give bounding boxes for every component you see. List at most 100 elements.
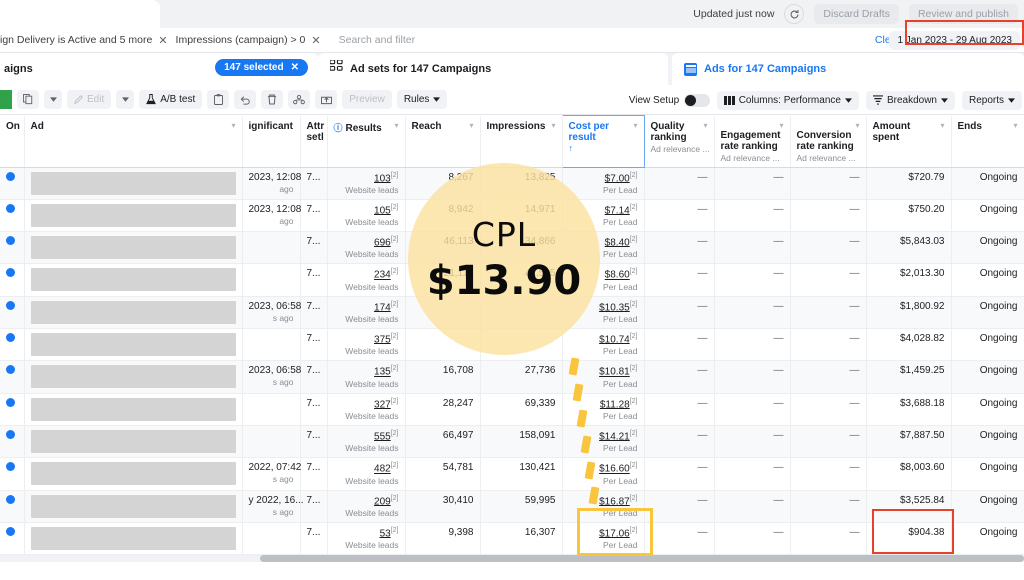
date-range-picker[interactable]: 1 Jan 2023 - 29 Aug 2023 <box>889 31 1020 50</box>
row-ad-name[interactable] <box>24 360 243 394</box>
row-status-toggle[interactable] <box>0 425 25 459</box>
table-row[interactable]: 2023, 12:08 ago 7... 105[2] Website leads 8,9… <box>0 199 1024 233</box>
row-cost-per-result[interactable]: $7.14[2] Per Lead <box>562 199 645 233</box>
col-ad[interactable]: ▾ Ad <box>24 115 243 168</box>
row-results[interactable]: 103[2] Website leads <box>327 167 406 200</box>
duplicate-icon[interactable] <box>17 90 39 109</box>
row-cost-per-result[interactable]: $14.21[2] Per Lead <box>562 425 645 459</box>
col-ends[interactable]: ▾ Ends <box>951 115 1024 168</box>
row-cost-per-result[interactable]: $8.40[2] Per Lead <box>562 231 645 265</box>
edit-dropdown[interactable] <box>116 90 135 109</box>
table-row[interactable]: 7... 327[2] Website leads 28,247 69,339 $11.2… <box>0 393 1024 427</box>
row-status-toggle[interactable] <box>0 167 25 200</box>
table-row[interactable]: y 2022, 16... s ago 7... 209[2] Website lead… <box>0 490 1024 524</box>
row-results[interactable]: 174[2] Website leads <box>327 296 406 330</box>
row-ad-name[interactable] <box>24 522 243 556</box>
undo-icon[interactable] <box>234 90 257 109</box>
row-status-toggle[interactable] <box>0 457 25 491</box>
row-results[interactable]: 375[2] Website leads <box>327 328 406 362</box>
view-setup-toggle[interactable]: View Setup <box>629 93 711 107</box>
row-results[interactable]: 482[2] Website leads <box>327 457 406 491</box>
selected-count-pill[interactable]: 147 selected ✕ <box>215 59 308 76</box>
reports-dropdown[interactable]: Reports <box>961 90 1022 110</box>
row-results[interactable]: 135[2] Website leads <box>327 360 406 394</box>
row-status-toggle[interactable] <box>0 296 25 330</box>
row-cost-per-result[interactable]: $8.60[2] Per Lead <box>562 263 645 297</box>
review-and-publish-button[interactable]: Review and publish <box>908 4 1018 24</box>
table-row[interactable]: 2023, 06:58 s ago 7... 174[2] Website leads $… <box>0 296 1024 330</box>
table-row[interactable]: 2023, 06:58 s ago 7... 135[2] Website leads 1… <box>0 360 1024 394</box>
row-ad-name[interactable] <box>24 296 243 330</box>
create-button[interactable] <box>0 90 12 109</box>
col-reach[interactable]: ▾ Reach <box>405 115 481 168</box>
col-attr-setting[interactable]: Attr setl <box>300 115 328 168</box>
row-results[interactable]: 696[2] Website leads <box>327 231 406 265</box>
col-on[interactable]: On <box>0 115 25 168</box>
toggle-switch[interactable] <box>684 93 711 107</box>
horizontal-scrollbar[interactable] <box>0 555 1024 562</box>
row-status-toggle[interactable] <box>0 199 25 233</box>
row-ad-name[interactable] <box>24 457 243 491</box>
col-engagement-ranking[interactable]: ▾ Engagement rate ranking Ad relevance ... <box>714 115 791 168</box>
row-cost-per-result[interactable]: $7.00[2] Per Lead <box>562 167 645 200</box>
tab-ads[interactable]: Ads for 147 Campaigns <box>672 53 1024 85</box>
trash-icon[interactable] <box>261 90 284 109</box>
close-icon[interactable]: ✕ <box>291 62 299 73</box>
row-ad-name[interactable] <box>24 263 243 297</box>
scrollbar-thumb[interactable] <box>260 555 1024 562</box>
breakdown-dropdown[interactable]: Breakdown <box>865 90 955 110</box>
clipboard-icon[interactable] <box>207 90 230 109</box>
preview-button[interactable]: Preview <box>342 90 392 109</box>
columns-dropdown[interactable]: Columns: Performance <box>717 90 859 110</box>
row-status-toggle[interactable] <box>0 490 25 524</box>
col-impressions[interactable]: ▾ Impressions <box>480 115 563 168</box>
col-quality-ranking[interactable]: ▾ Quality ranking Ad relevance ... <box>644 115 715 168</box>
row-status-toggle[interactable] <box>0 360 25 394</box>
table-row[interactable]: 7... 375[2] Website leads $10.74[2] Per Lead… <box>0 328 1024 362</box>
row-cost-per-result[interactable]: $10.81[2] Per Lead <box>562 360 645 394</box>
audience-icon[interactable] <box>288 90 311 109</box>
tab-adsets[interactable]: Ad sets for 147 Campaigns <box>318 53 668 85</box>
row-results[interactable]: 105[2] Website leads <box>327 199 406 233</box>
ab-test-button[interactable]: A/B test <box>139 90 203 109</box>
row-ad-name[interactable] <box>24 231 243 265</box>
row-cost-per-result[interactable]: $10.35[2] Per Lead <box>562 296 645 330</box>
duplicate-dropdown[interactable] <box>44 90 62 109</box>
table-row[interactable]: 2023, 12:08 ago 7... 103[2] Website leads 8,2… <box>0 167 1024 200</box>
col-cost-per-result[interactable]: ▾ Cost per result ↑ <box>561 115 645 168</box>
rules-dropdown[interactable]: Rules <box>396 90 448 109</box>
row-ad-name[interactable] <box>24 490 243 524</box>
close-icon[interactable]: ✕ <box>158 34 167 47</box>
row-cost-per-result[interactable]: $11.28[2] Per Lead <box>562 393 645 427</box>
col-conversion-ranking[interactable]: ▾ Conversion rate ranking Ad relevance ... <box>790 115 867 168</box>
row-ad-name[interactable] <box>24 199 243 233</box>
row-ad-name[interactable] <box>24 167 243 200</box>
row-status-toggle[interactable] <box>0 263 25 297</box>
col-amount-spent[interactable]: ▾ Amount spent <box>866 115 952 168</box>
row-status-toggle[interactable] <box>0 328 25 362</box>
table-row[interactable]: 7... 696[2] Website leads 46,113 34,866 $8.40… <box>0 231 1024 265</box>
row-results[interactable]: 234[2] Website leads <box>327 263 406 297</box>
edit-button[interactable]: Edit <box>67 90 112 109</box>
table-row[interactable]: 7... 53[2] Website leads 9,398 16,307 $17.06[… <box>0 522 1024 556</box>
col-results[interactable]: ▾ ⓘ Results <box>327 115 406 168</box>
row-results[interactable]: 209[2] Website leads <box>327 490 406 524</box>
filter-chip-delivery[interactable]: ign Delivery is Active and 5 more ✕ <box>0 28 176 53</box>
refresh-icon[interactable] <box>784 4 805 24</box>
row-results[interactable]: 53[2] Website leads <box>327 522 406 556</box>
row-cost-per-result[interactable]: $16.60[2] Per Lead <box>562 457 645 491</box>
row-results[interactable]: 555[2] Website leads <box>327 425 406 459</box>
table-row[interactable]: 7... 555[2] Website leads 66,497 158,091 $14.… <box>0 425 1024 459</box>
row-ad-name[interactable] <box>24 328 243 362</box>
row-status-toggle[interactable] <box>0 522 25 556</box>
table-row[interactable]: 7... 234[2] Website leads 21,116 41,505 $8.60… <box>0 263 1024 297</box>
row-cost-per-result[interactable]: $16.87[2] Per Lead <box>562 490 645 524</box>
close-icon[interactable]: ✕ <box>311 34 320 47</box>
tab-campaigns[interactable]: aigns 147 selected ✕ <box>0 53 318 85</box>
col-significant[interactable]: ignificant <box>242 115 301 168</box>
row-ad-name[interactable] <box>24 393 243 427</box>
export-icon[interactable] <box>315 90 338 109</box>
search-input[interactable]: Search and filter <box>339 34 415 46</box>
row-ad-name[interactable] <box>24 425 243 459</box>
discard-drafts-button[interactable]: Discard Drafts <box>814 4 899 24</box>
